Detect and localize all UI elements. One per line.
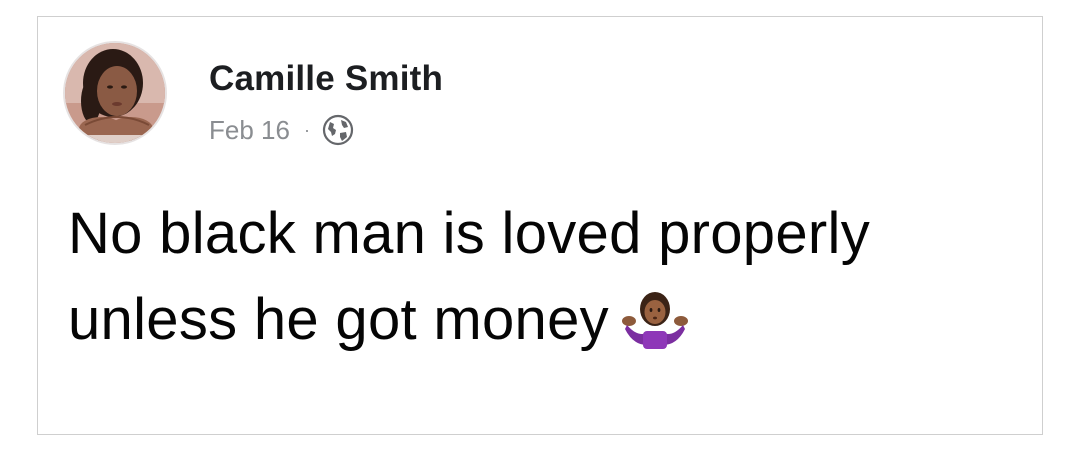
post-date[interactable]: Feb 16 [209, 115, 290, 146]
post-text-line-2: unless he got money [68, 277, 1018, 373]
author-name[interactable]: Camille Smith [209, 59, 443, 99]
profile-photo [65, 43, 165, 143]
globe-icon[interactable] [322, 114, 354, 146]
meta-separator: · [303, 119, 310, 140]
post-body: No black man is loved properly unless he… [68, 191, 1018, 373]
post-text-line-content: unless he got money [68, 287, 609, 352]
avatar[interactable] [63, 41, 167, 145]
post-card: Camille Smith Feb 16 · No black man is l… [37, 16, 1043, 435]
post-meta: Feb 16 · [209, 113, 354, 147]
post-text-line: No black man is loved properly [68, 201, 871, 266]
person-shrugging-emoji-icon [619, 287, 691, 373]
